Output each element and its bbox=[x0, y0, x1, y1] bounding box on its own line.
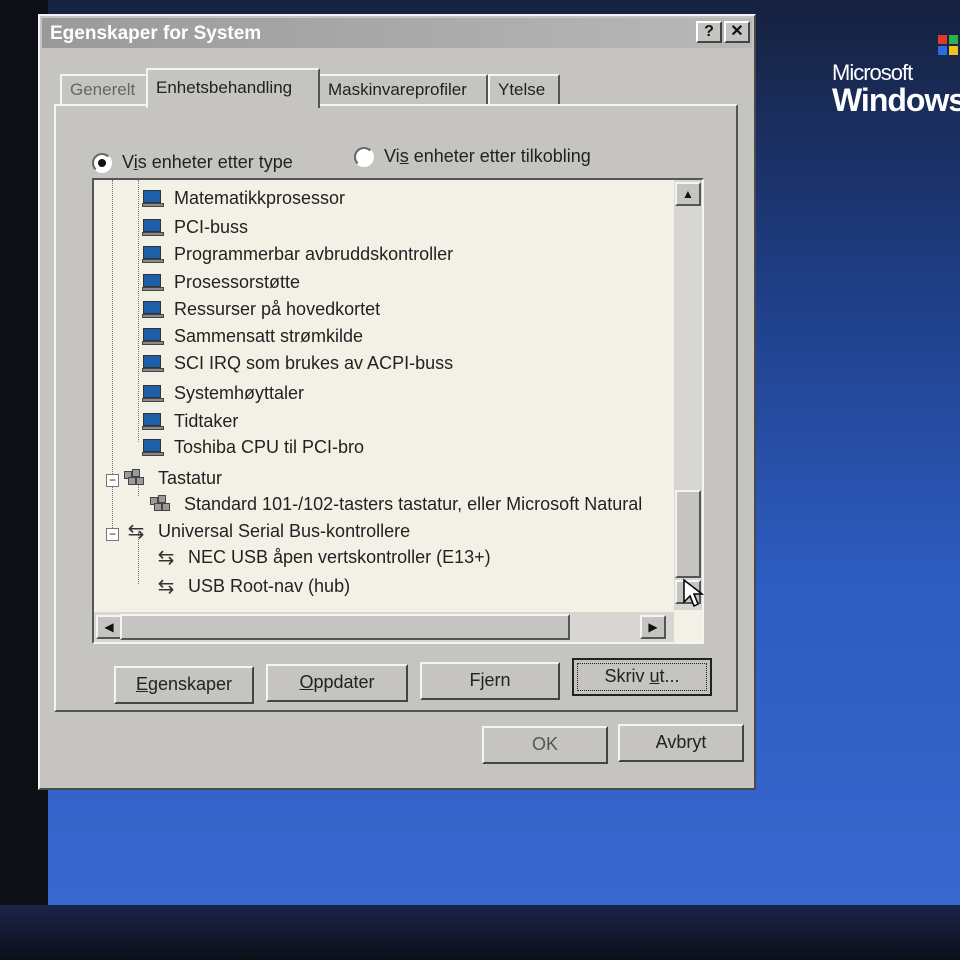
view-by-connection-label: Vis enheter etter tilkobling bbox=[384, 146, 591, 166]
device-icon bbox=[142, 412, 164, 431]
help-button[interactable]: ? bbox=[696, 21, 722, 43]
device-icon bbox=[142, 245, 164, 264]
horizontal-scroll-thumb[interactable] bbox=[120, 614, 570, 640]
usb-icon: ⇆ bbox=[157, 575, 175, 598]
tree-item-standard-keyboard[interactable]: Standard 101-/102-tasters tastatur, elle… bbox=[148, 494, 642, 515]
scroll-left-button[interactable]: ◀ bbox=[96, 615, 122, 639]
device-icon bbox=[142, 327, 164, 346]
tab-general[interactable]: Generelt bbox=[60, 74, 148, 104]
device-icon bbox=[142, 438, 164, 457]
device-manager-panel: Vis enheter etter type Vis enheter etter… bbox=[54, 104, 738, 712]
device-icon bbox=[142, 273, 164, 292]
tree-item-processor-support[interactable]: Prosessorstøtte bbox=[142, 272, 300, 293]
view-by-type-option[interactable]: Vis enheter etter type bbox=[92, 152, 293, 173]
tree-item-system-speaker[interactable]: Systemhøyttaler bbox=[142, 383, 304, 404]
tab-device-manager[interactable]: Enhetsbehandling bbox=[146, 68, 320, 108]
view-by-connection-option[interactable]: Vis enheter etter tilkobling bbox=[354, 146, 591, 167]
windows-logo: Microsoft Windows bbox=[832, 35, 960, 140]
tree-item-math-coprocessor[interactable]: Matematikkprosessor bbox=[142, 188, 345, 209]
tree-item-toshiba-cpu-pci-bridge[interactable]: Toshiba CPU til PCI-bro bbox=[142, 437, 364, 458]
windows-flag-icon bbox=[938, 35, 960, 57]
tab-hardware-profiles[interactable]: Maskinvareprofiler bbox=[318, 74, 488, 104]
vertical-scrollbar[interactable]: ▲ ▼ bbox=[674, 180, 702, 610]
device-icon bbox=[142, 300, 164, 319]
device-tree[interactable]: Matematikkprosessor PCI-buss Programmerb… bbox=[92, 178, 704, 644]
horizontal-scrollbar[interactable]: ◀ ▶ bbox=[94, 612, 674, 642]
tree-item-nec-usb-host[interactable]: ⇆ NEC USB åpen vertskontroller (E13+) bbox=[152, 547, 491, 568]
update-button[interactable]: Oppdater bbox=[266, 664, 408, 702]
properties-button[interactable]: Egenskaper bbox=[114, 666, 254, 704]
usb-icon: ⇆ bbox=[157, 546, 175, 569]
tree-group-keyboard[interactable]: Tastatur bbox=[122, 468, 222, 489]
tree-item-timer[interactable]: Tidtaker bbox=[142, 411, 238, 432]
keyboard-icon bbox=[148, 494, 176, 515]
monitor-bezel-bottom bbox=[0, 905, 960, 960]
device-icon bbox=[142, 189, 164, 208]
device-icon bbox=[142, 354, 164, 373]
tree-item-usb-root-hub[interactable]: ⇆ USB Root-nav (hub) bbox=[152, 576, 350, 597]
scroll-up-button[interactable]: ▲ bbox=[675, 182, 701, 206]
usb-icon: ⇆ bbox=[127, 520, 145, 543]
tree-item-composite-power-source[interactable]: Sammensatt strømkilde bbox=[142, 326, 363, 347]
tree-guide-system bbox=[138, 180, 139, 442]
dialog-title: Egenskaper for System bbox=[50, 23, 262, 44]
mouse-pointer-icon bbox=[683, 578, 705, 608]
device-icon bbox=[142, 384, 164, 403]
view-by-connection-radio[interactable] bbox=[354, 146, 374, 167]
tab-performance[interactable]: Ytelse bbox=[488, 74, 560, 104]
collapse-keyboard-toggle[interactable]: − bbox=[106, 474, 119, 487]
remove-button[interactable]: Fjern bbox=[420, 662, 560, 700]
title-bar[interactable]: Egenskaper for System ? ✕ bbox=[42, 18, 752, 48]
tree-item-motherboard-resources[interactable]: Ressurser på hovedkortet bbox=[142, 299, 380, 320]
vertical-scroll-thumb[interactable] bbox=[675, 490, 701, 578]
logo-windows-text: Windows bbox=[832, 82, 960, 118]
keyboard-icon bbox=[122, 468, 150, 489]
tree-item-interrupt-controller[interactable]: Programmerbar avbruddskontroller bbox=[142, 244, 453, 265]
collapse-usb-toggle[interactable]: − bbox=[106, 528, 119, 541]
cancel-button[interactable]: Avbryt bbox=[618, 724, 744, 762]
system-properties-dialog: Egenskaper for System ? ✕ Generelt Enhet… bbox=[38, 14, 756, 790]
tree-item-pci-bus[interactable]: PCI-buss bbox=[142, 217, 248, 238]
view-by-type-radio[interactable] bbox=[92, 152, 112, 173]
tree-group-usb-controllers[interactable]: ⇆ Universal Serial Bus-kontrollere bbox=[122, 520, 411, 543]
close-button[interactable]: ✕ bbox=[724, 21, 750, 43]
view-by-type-label: Vis enheter etter type bbox=[122, 152, 293, 172]
tree-item-sci-irq[interactable]: SCI IRQ som brukes av ACPI-buss bbox=[142, 353, 453, 374]
device-icon bbox=[142, 218, 164, 237]
print-button[interactable]: Skriv ut... bbox=[572, 658, 712, 696]
scroll-right-button[interactable]: ▶ bbox=[640, 615, 666, 639]
ok-button[interactable]: OK bbox=[482, 726, 608, 764]
